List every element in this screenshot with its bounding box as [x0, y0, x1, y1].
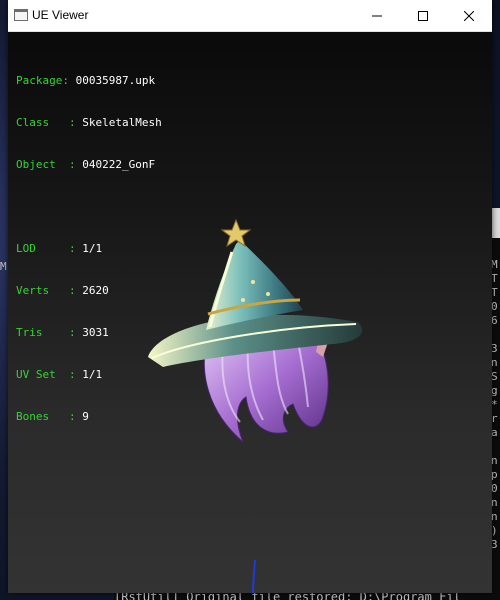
- title-bar[interactable]: UE Viewer: [8, 0, 492, 32]
- window-app-icon: [14, 9, 28, 21]
- info-row-object: Object : 040222_GonF: [16, 158, 156, 171]
- info-value: 2620: [82, 284, 109, 297]
- ue-viewer-window: UE Viewer Package: 00035987.upk Class: …: [8, 0, 492, 593]
- close-button[interactable]: [446, 0, 492, 31]
- info-label: Class: [16, 116, 50, 129]
- 3d-viewport[interactable]: Package: 00035987.upk Class : SkeletalMe…: [8, 32, 492, 593]
- info-label: Object: [16, 158, 56, 171]
- info-label: Verts: [16, 284, 50, 297]
- background-console-fragment: M: [0, 260, 7, 273]
- witch-hat-hair-mesh: [148, 218, 363, 443]
- minimize-icon: [372, 15, 382, 16]
- window-title: UE Viewer: [32, 8, 89, 22]
- info-value: 1/1: [82, 242, 103, 255]
- minimize-button[interactable]: [354, 0, 400, 31]
- info-value: 9: [82, 410, 89, 423]
- info-label: UV Set: [16, 368, 56, 381]
- info-value: 040222_GonF: [82, 158, 156, 171]
- axis-gizmo: [252, 560, 256, 593]
- info-row-class: Class : SkeletalMesh: [16, 116, 162, 129]
- close-icon: [464, 10, 474, 21]
- info-row-package: Package: 00035987.upk: [16, 74, 156, 87]
- info-value: 3031: [82, 326, 109, 339]
- maximize-button[interactable]: [400, 0, 446, 31]
- info-value: SkeletalMesh: [82, 116, 162, 129]
- info-label: LOD: [16, 242, 36, 255]
- desktop-background: M MTT06 3 n Sg * r a n p 0 n n) 3 [RstUtil] Origin…: [0, 0, 500, 600]
- maximize-icon: [418, 10, 428, 21]
- info-label: Tris: [16, 326, 43, 339]
- info-label: Bones: [16, 410, 50, 423]
- star-ornament: [220, 218, 252, 248]
- info-label: Package: [16, 74, 63, 87]
- info-value: 1/1: [82, 368, 103, 381]
- info-value: 00035987.upk: [75, 74, 156, 87]
